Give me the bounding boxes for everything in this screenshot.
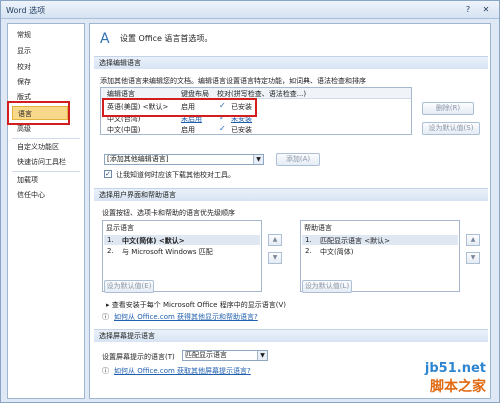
set-default-button[interactable]: 设为默认值(S) — [422, 122, 480, 135]
nav-item-quick-access-toolbar[interactable]: 快速访问工具栏 — [12, 155, 66, 169]
nav-item-display[interactable]: 显示 — [12, 44, 31, 58]
title-bar: Word 选项 ? ✕ — [1, 1, 499, 19]
list-item-name: 与 Microsoft Windows 匹配 — [122, 248, 213, 256]
editing-description: 添加其他语言来编辑您的文档。编辑语言设置语言特定功能，如词典、语法检查和排序 — [100, 77, 366, 85]
list-item[interactable]: 1. 匹配显示语言 <默认> — [302, 235, 458, 245]
list-item-name: 中文(简体) — [320, 248, 354, 256]
move-up-button[interactable]: ▲ — [268, 234, 282, 246]
chevron-down-icon: ▼ — [257, 351, 267, 360]
language-options-panel: A 设置 Office 语言首选项。 选择编辑语言 添加其他语言来编辑您的文档。… — [89, 23, 491, 399]
move-down-button[interactable]: ▼ — [268, 252, 282, 264]
row-keyboard: 启用 — [181, 126, 195, 134]
ui-language-description: 设置按钮、选项卡和帮助的语言优先级顺序 — [102, 209, 235, 217]
page-heading: 设置 Office 语言首选项。 — [120, 34, 213, 43]
window-title: Word 选项 — [6, 6, 46, 15]
word-options-dialog: Word 选项 ? ✕ 常规 显示 校对 保存 版式 语言 高级 自定义功能区 … — [0, 0, 500, 403]
nav-item-proofing[interactable]: 校对 — [12, 60, 31, 74]
set-display-default-button[interactable]: 设为默认值(E) — [104, 280, 154, 293]
notify-proofing-label: 让我知道何时应该下载其他校对工具。 — [116, 171, 235, 179]
screentip-label: 设置屏幕提示的语言(T) — [102, 353, 175, 361]
help-language-title: 帮助语言 — [304, 224, 332, 232]
info-icon: ⓘ — [102, 313, 109, 321]
list-item-name: 中文(简体) <默认> — [122, 237, 185, 245]
watermark-domain: jb51.net — [424, 361, 486, 376]
list-item-number: 1. — [107, 236, 114, 244]
screentip-language-select[interactable]: 匹配显示语言 ▼ — [182, 350, 268, 361]
nav-item-general[interactable]: 常规 — [12, 28, 31, 42]
move-up-button[interactable]: ▲ — [466, 234, 480, 246]
default-language-highlight-box — [102, 98, 257, 117]
nav-divider — [12, 138, 80, 139]
row-language: 中文(中国) — [107, 126, 141, 134]
site-watermark: jb51.net 脚本之家 — [425, 361, 486, 396]
table-row[interactable]: 中文(中国) 启用 ✓ 已安装 — [101, 123, 411, 135]
language-highlight-box — [7, 101, 70, 125]
screentip-select-value: 匹配显示语言 — [185, 351, 227, 359]
info-icon: ⓘ — [102, 367, 109, 375]
move-down-button[interactable]: ▼ — [466, 252, 480, 264]
screentip-section-title: 选择屏幕提示语言 — [94, 329, 488, 342]
list-item[interactable]: 2. 中文(简体) — [302, 246, 458, 256]
add-language-select-value: [添加其他编辑语言] — [107, 155, 169, 163]
list-item[interactable]: 1. 中文(简体) <默认> — [104, 235, 260, 245]
list-item[interactable]: 2. 与 Microsoft Windows 匹配 — [104, 246, 260, 256]
watermark-name: 脚本之家 — [430, 379, 486, 395]
language-icon: A — [100, 31, 110, 47]
list-item-name: 匹配显示语言 <默认> — [320, 237, 390, 245]
close-icon[interactable]: ✕ — [479, 4, 493, 16]
nav-item-save[interactable]: 保存 — [12, 75, 31, 89]
add-button[interactable]: 添加(A) — [276, 153, 320, 166]
display-language-title: 显示语言 — [106, 224, 134, 232]
notify-proofing-checkbox[interactable]: ✓ — [104, 170, 112, 178]
view-display-languages-label: 查看安装于每个 Microsoft Office 程序中的显示语言(V) — [111, 301, 286, 309]
list-item-number: 2. — [107, 247, 114, 255]
list-item-number: 1. — [305, 236, 312, 244]
remove-button[interactable]: 删除(R) — [422, 102, 474, 115]
editing-section-title: 选择编辑语言 — [94, 56, 488, 69]
add-language-select[interactable]: [添加其他编辑语言] ▼ — [104, 154, 264, 165]
options-nav: 常规 显示 校对 保存 版式 语言 高级 自定义功能区 快速访问工具栏 加载项 … — [7, 23, 85, 399]
proofing-tools-icon: ✓ — [219, 124, 226, 133]
nav-item-trust-center[interactable]: 信任中心 — [12, 188, 45, 202]
row-proofing: 已安装 — [231, 126, 252, 134]
nav-item-addins[interactable]: 加载项 — [12, 173, 38, 187]
chevron-down-icon: ▼ — [253, 155, 263, 164]
list-item-number: 2. — [305, 247, 312, 255]
get-screentip-languages-link[interactable]: 如何从 Office.com 获取其他屏幕提示语言? — [114, 366, 251, 376]
get-display-languages-link[interactable]: 如何从 Office.com 获得其他显示和帮助语言? — [114, 312, 258, 322]
help-icon[interactable]: ? — [461, 4, 475, 16]
nav-item-customize-ribbon[interactable]: 自定义功能区 — [12, 140, 59, 154]
ui-language-section-title: 选择用户界面和帮助语言 — [94, 188, 488, 201]
nav-divider — [12, 171, 80, 172]
set-help-default-button[interactable]: 设为默认值(L) — [302, 280, 352, 293]
view-display-languages-toggle[interactable]: ▸ 查看安装于每个 Microsoft Office 程序中的显示语言(V) — [106, 300, 286, 310]
